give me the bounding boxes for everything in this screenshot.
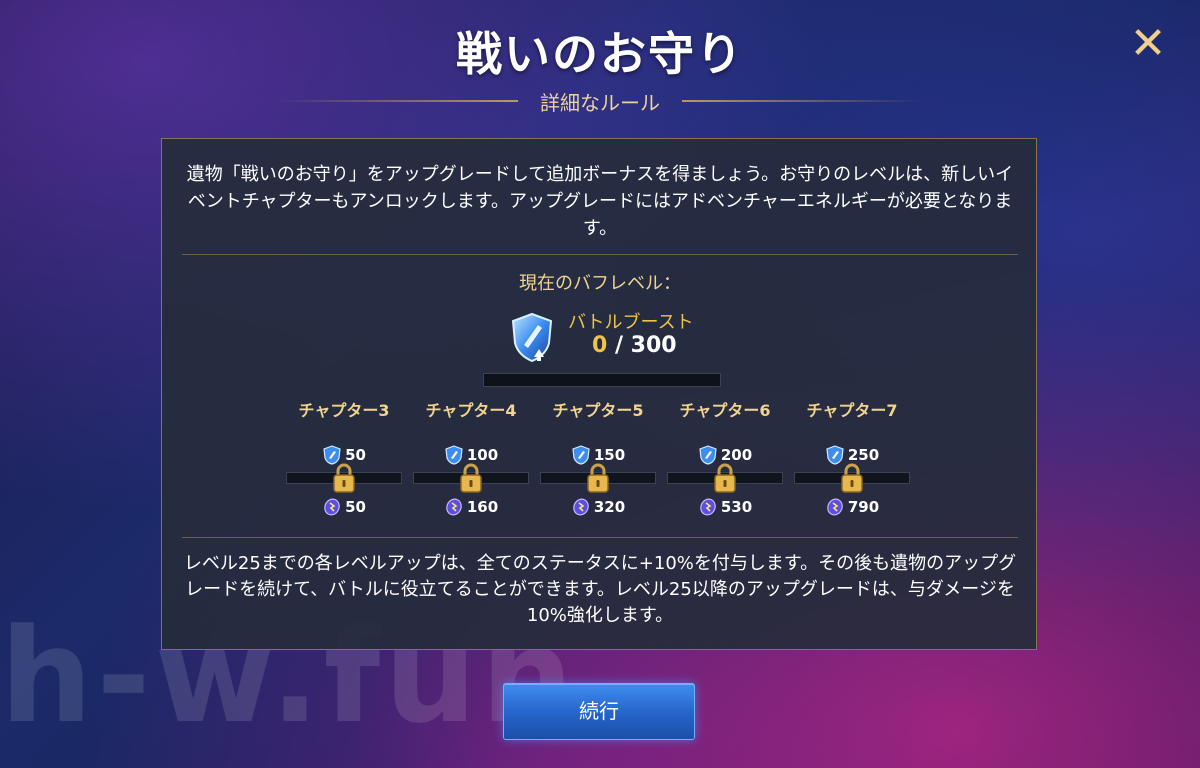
chapter-reward-value: 320: [593, 498, 626, 516]
rules-panel: 遺物「戦いのお守り」をアップグレードして追加ボーナスを得ましょう。お守りのレベル…: [161, 138, 1037, 650]
energy-gem-icon: [698, 497, 721, 517]
energy-gem-icon: [825, 497, 848, 517]
lock-icon: [330, 462, 358, 494]
lock-icon: [838, 462, 866, 494]
chapter-column: チャプター5 150 320: [537, 397, 659, 517]
page-title: 戦いのお守り: [456, 27, 744, 81]
chapter-reward-value: 160: [466, 498, 499, 516]
battle-boost-name: バトルブースト: [568, 312, 694, 333]
chapter-reward-value: 790: [847, 498, 880, 516]
chapter-column: チャプター3 50 50: [283, 397, 405, 517]
boost-current: 0: [592, 333, 608, 358]
chapter-reward-value: 50: [345, 498, 366, 516]
chapter-reward-value: 530: [720, 498, 753, 516]
chapter-label: チャプター4: [425, 401, 517, 420]
chapter-column: チャプター4 100 160: [410, 397, 532, 517]
boost-separator: /: [607, 333, 631, 358]
energy-gem-icon: [322, 497, 345, 517]
battle-boost-icon: [508, 311, 556, 363]
divider-top: [182, 254, 1018, 255]
subtitle-divider-left: [278, 100, 518, 102]
chapter-reward: 790: [791, 497, 913, 517]
continue-button[interactable]: 続行: [503, 683, 695, 740]
lock-icon: [584, 462, 612, 494]
close-button[interactable]: ✕: [1128, 22, 1168, 66]
chapter-label: チャプター7: [806, 401, 898, 420]
chapter-reward: 530: [664, 497, 786, 517]
chapter-label: チャプター5: [552, 401, 644, 420]
lock-icon: [711, 462, 739, 494]
chapter-reward: 320: [537, 497, 659, 517]
footer-text: レベル25までの各レベルアップは、全てのステータスに+10%を付与します。その後…: [183, 553, 1017, 626]
boost-progress-bar: [483, 373, 721, 387]
divider-bottom: [182, 537, 1018, 538]
lock-icon: [457, 462, 485, 494]
chapter-label: チャプター6: [679, 401, 771, 420]
intro-text: 遺物「戦いのお守り」をアップグレードして追加ボーナスを得ましょう。お守りのレベル…: [186, 164, 1014, 239]
chapter-reward: 50: [283, 497, 405, 517]
subtitle: 詳細なルール: [540, 90, 660, 115]
chapter-column: チャプター6 200 530: [664, 397, 786, 517]
chapter-label: チャプター3: [298, 401, 390, 420]
buff-level-label: 現在のバフレベル：: [519, 273, 681, 294]
subtitle-row: 詳細なルール: [0, 86, 1200, 116]
boost-max: 300: [630, 333, 677, 358]
subtitle-divider-right: [682, 100, 922, 102]
battle-boost-value: 0 / 300: [592, 333, 677, 358]
chapter-reward: 160: [410, 497, 532, 517]
energy-gem-icon: [444, 497, 467, 517]
chapter-column: チャプター7 250 790: [791, 397, 913, 517]
energy-gem-icon: [571, 497, 594, 517]
